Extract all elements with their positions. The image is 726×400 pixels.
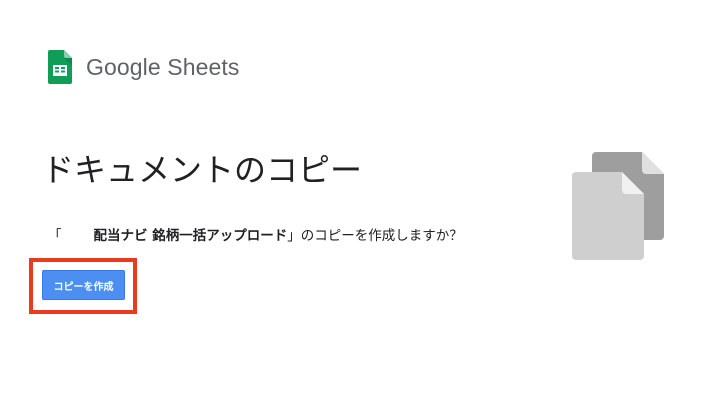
- prompt-open-bracket: 「: [48, 228, 62, 244]
- copy-documents-icon: [572, 152, 664, 260]
- copy-prompt: 「 配当ナビ 銘柄一括アップロード 」のコピーを作成しますか？: [48, 224, 463, 244]
- brand-header: Google Sheets: [48, 50, 239, 84]
- google-sheets-icon: [48, 50, 72, 84]
- document-name: 配当ナビ 銘柄一括アップロード: [93, 228, 288, 244]
- page-title: ドキュメントのコピー: [42, 151, 363, 189]
- make-copy-button[interactable]: コピーを作成: [42, 270, 125, 300]
- brand-name: Google Sheets: [86, 53, 240, 80]
- copy-document-page: Google Sheets ドキュメントのコピー 「 配当ナビ 銘柄一括アップロ…: [0, 0, 726, 400]
- prompt-question: 」のコピーを作成しますか？: [287, 228, 463, 244]
